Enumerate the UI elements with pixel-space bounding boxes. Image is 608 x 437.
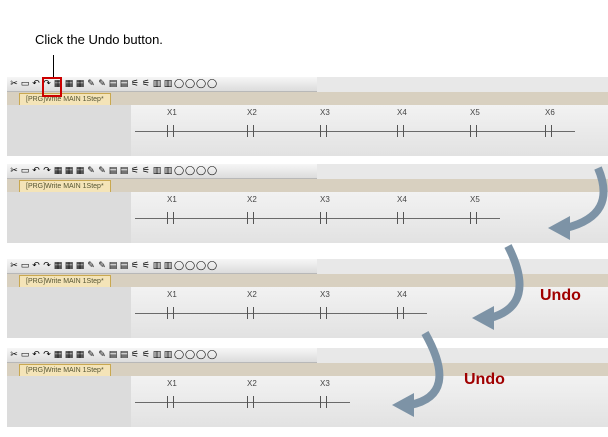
arrow-1-head [548,216,570,240]
transition-arrows [392,166,608,417]
undo-button-highlight [42,77,62,97]
arrow-2 [488,244,524,322]
arrow-3 [409,331,444,409]
arrow-2-head [472,306,494,330]
undo-label-2: Undo [464,371,505,388]
arrow-3-head [392,393,414,417]
arrow-1 [564,166,608,232]
undo-label-1: Undo [540,287,581,304]
